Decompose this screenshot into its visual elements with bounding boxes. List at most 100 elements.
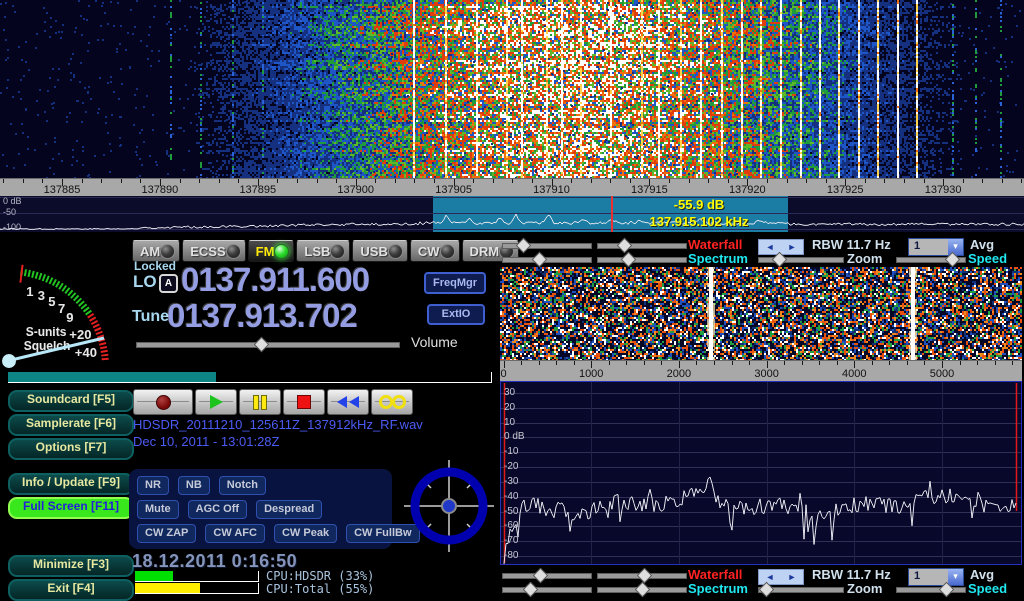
options-button[interactable]: Options [F7] bbox=[8, 438, 134, 460]
loop-icon bbox=[379, 395, 393, 409]
stop-icon bbox=[297, 395, 311, 409]
scale-tick bbox=[434, 179, 435, 183]
spectrum-range-slider[interactable] bbox=[597, 257, 687, 263]
playback-progress-fill bbox=[8, 372, 216, 382]
waterfall-contrast-slider[interactable] bbox=[597, 243, 687, 249]
spectrum-db-label: -80 bbox=[504, 550, 518, 561]
avg-dropdown-value[interactable]: 1 bbox=[909, 239, 948, 255]
dsp-panel: NR NB Notch Mute AGC Off Despread CW ZAP CW AFC… bbox=[129, 469, 392, 549]
info-update-button[interactable]: Info / Update [F9] bbox=[8, 473, 134, 495]
tune-label: Tune bbox=[132, 308, 169, 326]
waterfall-brightness-slider-thumb[interactable] bbox=[532, 568, 548, 584]
scale-tick bbox=[661, 361, 662, 365]
tune-cursor-line[interactable] bbox=[611, 196, 613, 232]
zoom-label: Zoom bbox=[847, 251, 882, 266]
scale-tick bbox=[854, 361, 855, 368]
waterfall-contrast-slider-thumb[interactable] bbox=[616, 238, 632, 254]
spectrum-db-label: 30 bbox=[504, 387, 515, 398]
locked-label: Locked bbox=[134, 259, 176, 273]
mute-button[interactable]: Mute bbox=[137, 500, 179, 519]
spinner-left-arrow-icon[interactable]: ◄ bbox=[766, 240, 775, 254]
scale-tick bbox=[806, 179, 807, 183]
volume-slider-thumb[interactable] bbox=[254, 337, 270, 353]
spinner-right-arrow-icon[interactable]: ► bbox=[788, 240, 797, 254]
loop-button[interactable] bbox=[371, 389, 413, 415]
main-frequency-scale[interactable]: 1378851378901378951379001379051379101379… bbox=[0, 178, 1024, 197]
auto-lo-badge[interactable]: A bbox=[159, 274, 178, 293]
rewind-button[interactable] bbox=[327, 389, 369, 415]
mode-led bbox=[226, 244, 241, 259]
cw-peak-button[interactable]: CW Peak bbox=[274, 524, 337, 543]
mode-button-lsb[interactable]: LSB bbox=[296, 240, 350, 262]
scale-tick bbox=[802, 361, 803, 365]
scale-tick bbox=[884, 179, 885, 183]
samplerate-button[interactable]: Samplerate [F6] bbox=[8, 414, 134, 436]
avg-dropdown[interactable]: 1▾ bbox=[908, 568, 964, 586]
nb-button[interactable]: NB bbox=[178, 476, 210, 495]
phase-dial[interactable]: Phase 0 bbox=[404, 458, 494, 554]
stop-button[interactable] bbox=[283, 389, 325, 415]
mode-button-usb[interactable]: USB bbox=[352, 240, 407, 262]
record-button[interactable] bbox=[133, 389, 193, 415]
spectrum-range-slider-thumb[interactable] bbox=[634, 582, 650, 598]
waterfall-brightness-slider[interactable] bbox=[502, 243, 592, 249]
zoom-slider[interactable] bbox=[758, 587, 844, 593]
full-screen-button[interactable]: Full Screen [F11] bbox=[8, 497, 134, 519]
play-button[interactable] bbox=[195, 389, 237, 415]
pause-button[interactable] bbox=[239, 389, 281, 415]
waterfall-brightness-slider-thumb[interactable] bbox=[516, 238, 532, 254]
mode-led bbox=[388, 244, 403, 259]
mode-led bbox=[330, 244, 345, 259]
scale-tick bbox=[414, 179, 415, 183]
avg-dropdown[interactable]: 1▾ bbox=[908, 238, 964, 256]
speed-slider[interactable] bbox=[896, 257, 966, 263]
despread-button[interactable]: Despread bbox=[256, 500, 322, 519]
mode-button-fm[interactable]: FM bbox=[248, 240, 295, 262]
exit-button[interactable]: Exit [F4] bbox=[8, 579, 134, 601]
cpu-bar-fill bbox=[135, 583, 200, 593]
main-waterfall[interactable] bbox=[0, 0, 1024, 178]
spectrum-db-label: 20 bbox=[504, 402, 515, 413]
waterfall-contrast-slider[interactable] bbox=[597, 573, 687, 579]
audio-spectrum-panel[interactable]: 3020100 dB-10-20-30-40-50-60-70-80 bbox=[500, 381, 1022, 565]
spectrum-ref-slider[interactable] bbox=[502, 587, 592, 593]
spectrum-ref-slider[interactable] bbox=[502, 257, 592, 263]
lo-frequency-display[interactable]: 0137.911.600 bbox=[181, 261, 369, 299]
scale-tick bbox=[493, 179, 494, 183]
frequency-tick-label: 137920 bbox=[729, 184, 766, 196]
mode-button-ecss[interactable]: ECSS bbox=[182, 240, 245, 262]
cw-afc-button[interactable]: CW AFC bbox=[205, 524, 265, 543]
spectrum-range-slider-thumb[interactable] bbox=[621, 252, 637, 268]
spectrum-db-label: -30 bbox=[504, 476, 518, 487]
zoom-slider[interactable] bbox=[758, 257, 844, 263]
waterfall-brightness-slider[interactable] bbox=[502, 573, 592, 579]
main-spectrum-strip[interactable]: 0 dB -50 -100 -55.9 dB 137.915.102 kHz bbox=[0, 196, 1024, 232]
s-meter[interactable] bbox=[0, 240, 130, 382]
volume-slider[interactable] bbox=[136, 342, 400, 348]
speed-slider[interactable] bbox=[896, 587, 966, 593]
spectrum-range-slider[interactable] bbox=[597, 587, 687, 593]
tune-frequency-display[interactable]: 0137.913.702 bbox=[167, 297, 357, 335]
playback-progress-bar[interactable] bbox=[8, 372, 492, 383]
scale-tick bbox=[395, 179, 396, 183]
spinner-right-arrow-icon[interactable]: ► bbox=[788, 570, 797, 584]
spectrum-ref-slider-thumb[interactable] bbox=[523, 582, 539, 598]
soundcard-button[interactable]: Soundcard [F5] bbox=[8, 390, 134, 412]
strip-db-label: -50 bbox=[3, 207, 16, 217]
notch-button[interactable]: Notch bbox=[219, 476, 266, 495]
agc-off-button[interactable]: AGC Off bbox=[188, 500, 247, 519]
extio-button[interactable]: ExtIO bbox=[427, 304, 485, 325]
cw-zap-button[interactable]: CW ZAP bbox=[137, 524, 196, 543]
spectrum-ref-slider-thumb[interactable] bbox=[532, 252, 548, 268]
avg-dropdown-value[interactable]: 1 bbox=[909, 569, 948, 585]
mode-button-cw[interactable]: CW bbox=[410, 240, 460, 262]
audio-frequency-scale[interactable]: 010002000300040005000 bbox=[500, 360, 1022, 381]
minimize-button[interactable]: Minimize [F3] bbox=[8, 555, 134, 577]
audio-waterfall[interactable] bbox=[500, 267, 1022, 360]
chevron-down-icon[interactable]: ▾ bbox=[948, 569, 963, 585]
freqmgr-button[interactable]: FreqMgr bbox=[424, 272, 486, 294]
scale-tick bbox=[689, 179, 690, 183]
transport-bar bbox=[133, 389, 413, 413]
waterfall-contrast-slider-thumb[interactable] bbox=[637, 568, 653, 584]
nr-button[interactable]: NR bbox=[137, 476, 169, 495]
